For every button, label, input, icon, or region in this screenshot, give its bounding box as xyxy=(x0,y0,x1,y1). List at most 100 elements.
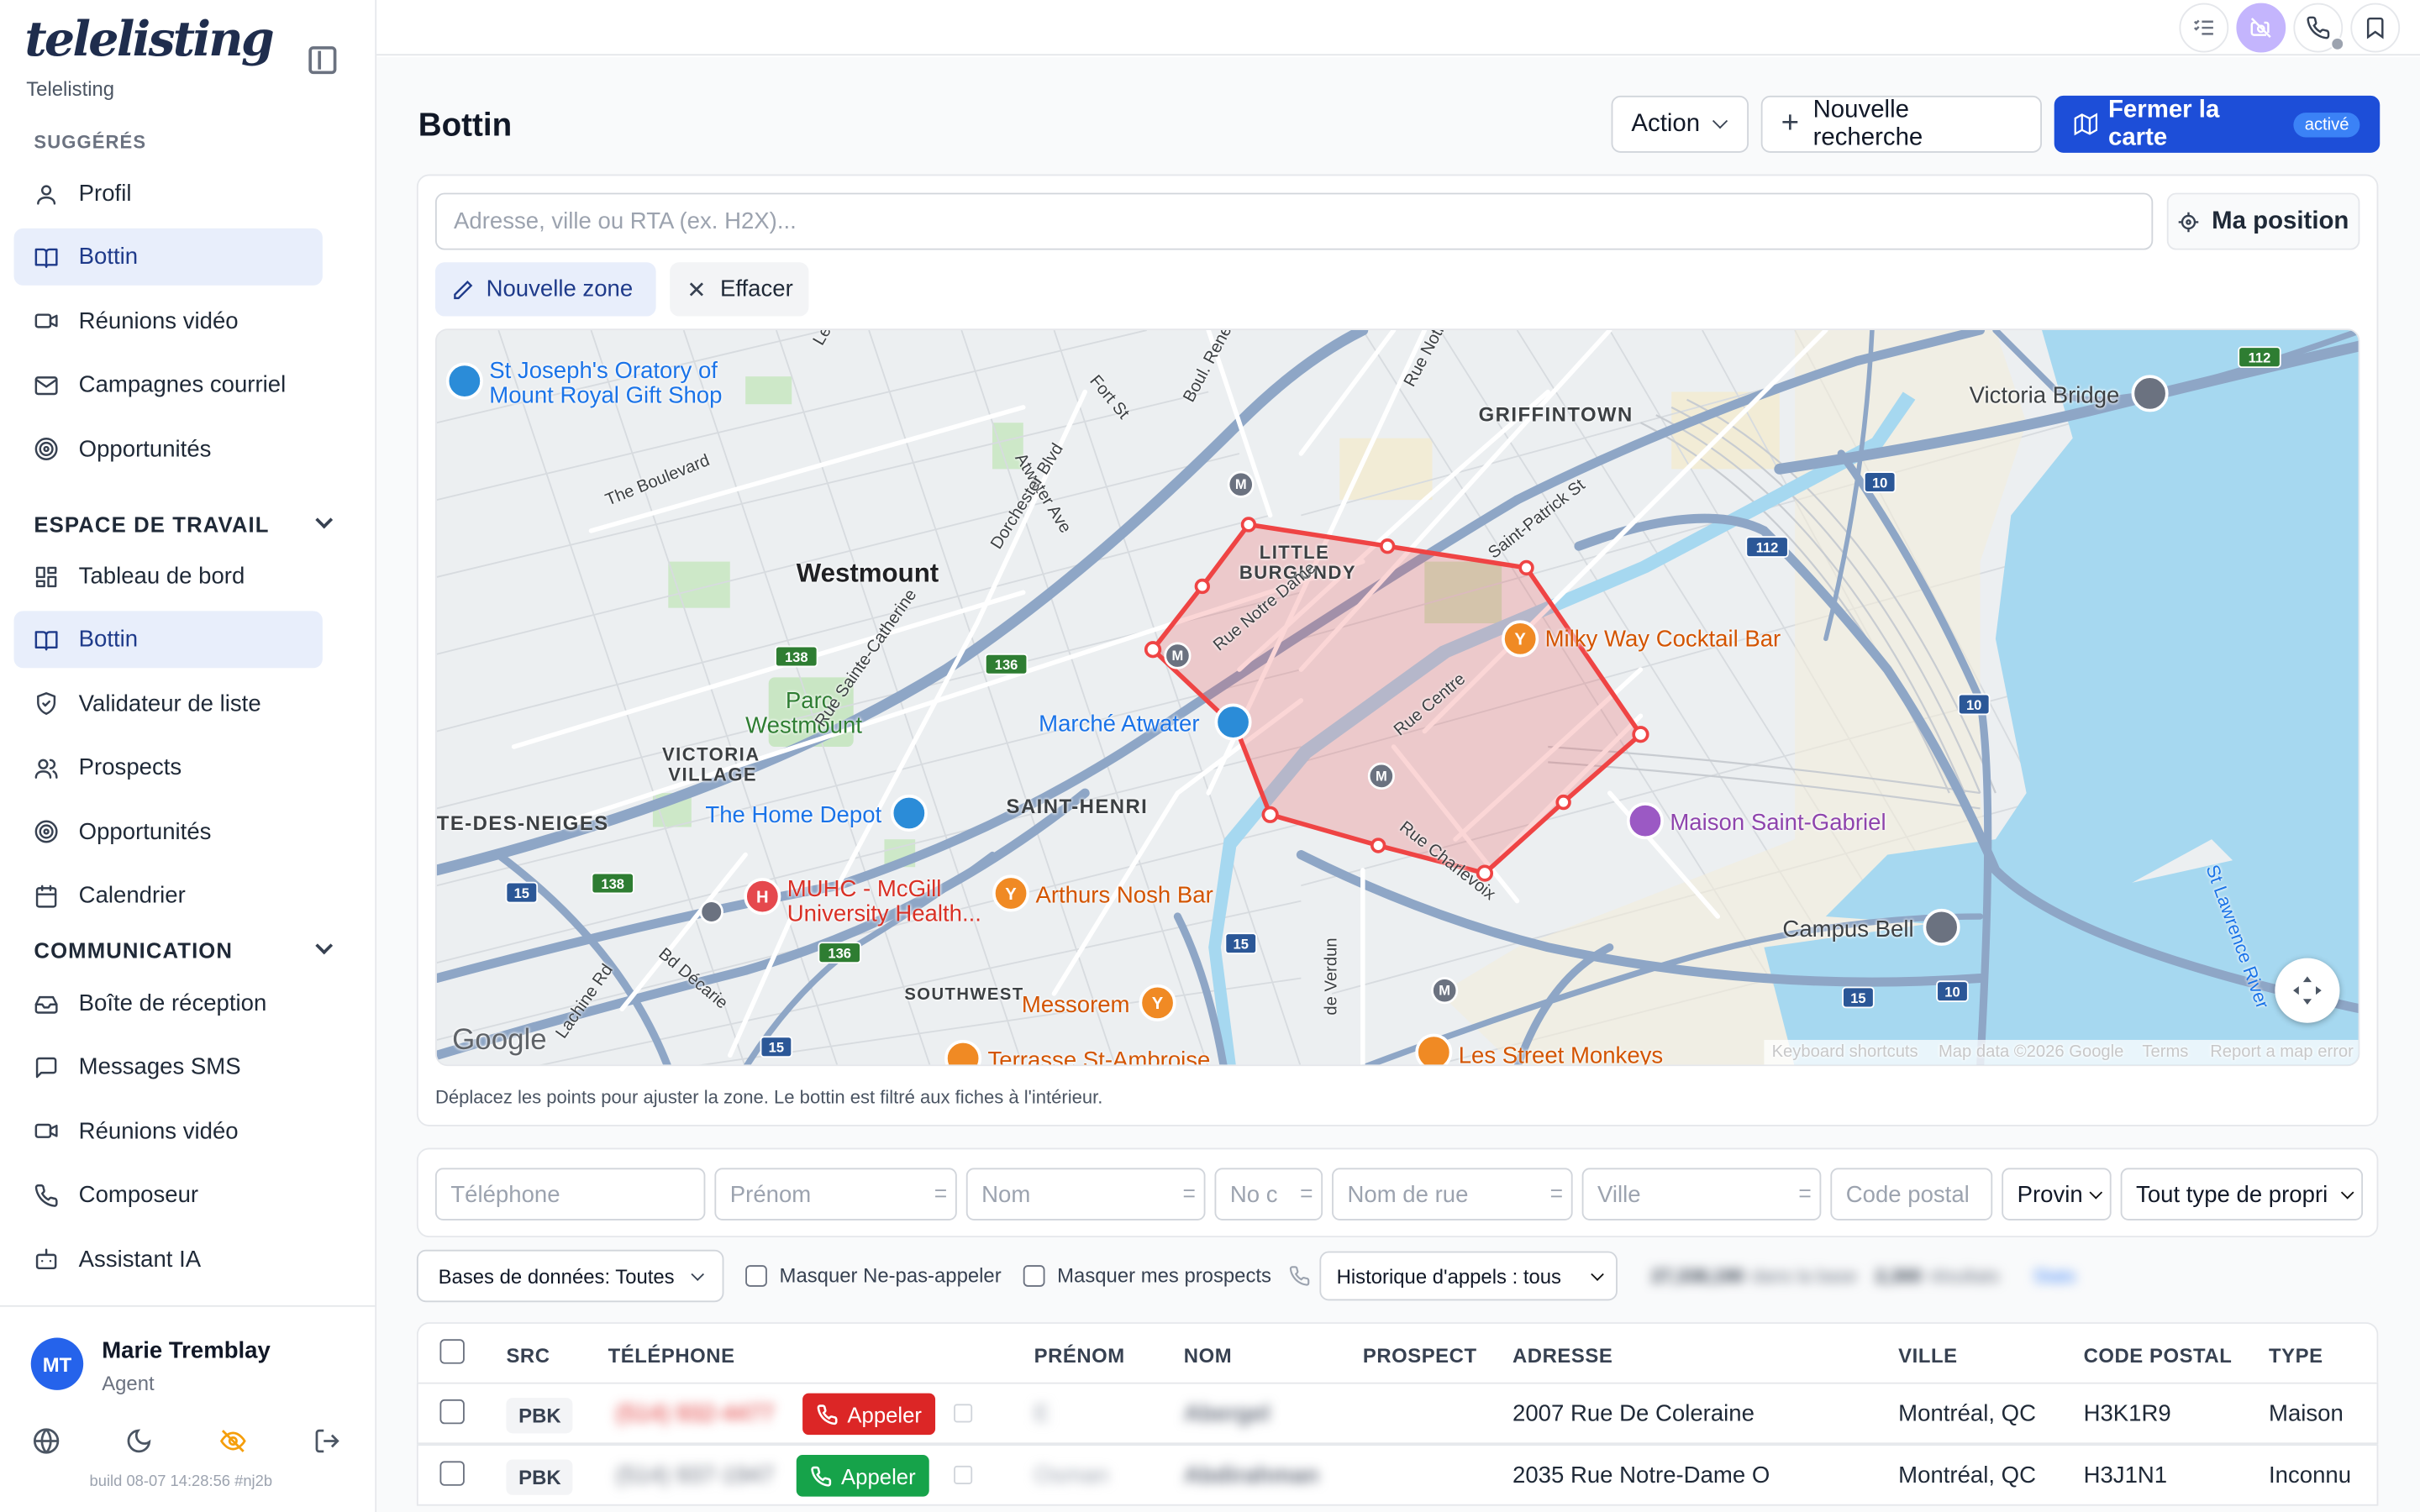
filter-mode-icon[interactable] xyxy=(1301,1189,1313,1198)
action-button[interactable]: Action xyxy=(1611,95,1749,153)
col-address[interactable]: ADRESSE xyxy=(1512,1344,1612,1368)
map-label-westmount: Westmount xyxy=(796,558,939,588)
address-cell: 2035 Rue Notre-Dame O xyxy=(1512,1462,1770,1489)
filter-mode-icon[interactable] xyxy=(1183,1189,1195,1198)
databases-label: Bases de données: Toutes xyxy=(438,1264,675,1288)
sidebar-item-reunions-video[interactable]: Réunions vidéo xyxy=(14,1103,323,1160)
col-prospect[interactable]: PROSPECT xyxy=(1363,1344,1477,1368)
sidebar-item-calendrier[interactable]: Calendrier xyxy=(14,867,323,924)
chevron-down-icon xyxy=(1712,113,1728,129)
civic-number-filter[interactable]: No c xyxy=(1214,1168,1323,1221)
property-type-value: Tout type de propri xyxy=(2136,1181,2328,1208)
call-history-value: Historique d'appels : tous xyxy=(1336,1264,1562,1288)
sidebar-item-opportunites[interactable]: Opportunités xyxy=(14,421,323,478)
address-search-input[interactable]: Adresse, ville ou RTA (ex. H2X)... xyxy=(434,192,2154,250)
street-filter[interactable]: Nom de rue xyxy=(1332,1168,1573,1221)
attribution-bar xyxy=(1764,1039,2359,1065)
user-name: Marie Tremblay xyxy=(102,1337,271,1364)
postal-cell: H3K1R9 xyxy=(2083,1400,2171,1427)
filter-mode-icon[interactable] xyxy=(1799,1189,1811,1198)
sidebar-item-assistant-ia[interactable]: Assistant IA xyxy=(14,1231,323,1288)
pencil-icon xyxy=(452,279,474,301)
postal-cell: H3J1N1 xyxy=(2083,1462,2168,1489)
svg-text:H: H xyxy=(756,888,769,906)
stats-link[interactable]: Stats xyxy=(2033,1265,2075,1287)
col-postal[interactable]: CODE POSTAL xyxy=(2084,1344,2233,1368)
fullscreen-control[interactable] xyxy=(2275,958,2340,1023)
svg-text:M: M xyxy=(1172,648,1184,664)
close-map-button[interactable]: Fermer la carte activé xyxy=(2054,95,2381,153)
workspace-section-label[interactable]: ESPACE DE TRAVAIL xyxy=(34,512,269,537)
highway-shield: 138 xyxy=(591,872,634,895)
province-select[interactable]: Provin xyxy=(2002,1168,2112,1221)
highway-shield-label: 112 xyxy=(2249,350,2271,366)
select-all-checkbox[interactable] xyxy=(439,1339,465,1364)
sidebar-item-campagnes-courriel[interactable]: Campagnes courriel xyxy=(14,357,323,414)
telephone-filter[interactable]: Téléphone xyxy=(434,1168,706,1221)
call-button[interactable]: Appeler xyxy=(802,1393,936,1436)
sidebar-item-bottin[interactable]: Bottin xyxy=(13,228,323,286)
clear-button[interactable]: ✕ Effacer xyxy=(670,262,809,317)
eye-off-icon[interactable] xyxy=(219,1427,247,1455)
hide-prospects-toggle[interactable]: Masquer mes prospects xyxy=(1023,1263,1271,1287)
firstname-cell: Osman xyxy=(1034,1462,1109,1489)
firstname-filter[interactable]: Prénom xyxy=(714,1168,957,1221)
map-label-oratory-2: Mount Royal Gift Shop xyxy=(489,382,723,409)
postal-code-filter[interactable]: Code postal xyxy=(1830,1168,1993,1221)
sidebar-item-label: Bottin xyxy=(78,244,139,271)
bookmark-icon[interactable] xyxy=(2350,3,2401,53)
hide-prospects-checkbox[interactable] xyxy=(1023,1264,1045,1286)
moon-icon[interactable] xyxy=(125,1427,153,1455)
communication-section-label[interactable]: COMMUNICATION xyxy=(34,938,233,963)
collapse-sidebar-icon[interactable] xyxy=(308,46,337,75)
sidebar-item-opportunites[interactable]: Opportunités xyxy=(14,803,323,860)
brand-name: Telelisting xyxy=(26,76,115,101)
chevron-down-icon[interactable] xyxy=(315,937,334,955)
map-hint: Déplacez les points pour ajuster la zone… xyxy=(434,1086,1103,1108)
table-row[interactable]: PBK (514) 937-1947 Appeler Osman Abdirahman 2… xyxy=(416,1444,2379,1506)
hide-dnc-toggle[interactable]: Masquer Ne-pas-appeler xyxy=(745,1263,1002,1287)
sidebar-item-boite-de-reception[interactable]: Boîte de réception xyxy=(14,975,323,1032)
chevron-down-icon[interactable] xyxy=(315,511,334,529)
calendar-icon[interactable] xyxy=(954,1404,973,1423)
new-zone-button[interactable]: Nouvelle zone xyxy=(434,262,656,317)
telelisting-logo[interactable]: telelisting xyxy=(24,13,274,68)
call-button[interactable]: Appeler xyxy=(796,1455,930,1497)
calendar-icon[interactable] xyxy=(954,1465,973,1484)
col-type[interactable]: TYPE xyxy=(2269,1344,2323,1368)
globe-icon[interactable] xyxy=(33,1427,60,1455)
tasks-icon[interactable] xyxy=(2179,3,2229,53)
sidebar-item-prospects[interactable]: Prospects xyxy=(14,739,323,796)
sidebar-item-reunions-video[interactable]: Réunions vidéo xyxy=(14,293,323,350)
table-row[interactable]: PBK (514) 932-4477 Appeler E Abergel 2007 Rue… xyxy=(416,1382,2379,1445)
hide-dnc-checkbox[interactable] xyxy=(745,1264,767,1286)
row-checkbox[interactable] xyxy=(439,1399,465,1425)
col-src[interactable]: SRC xyxy=(506,1344,550,1368)
databases-select[interactable]: Bases de données: Toutes xyxy=(416,1249,724,1303)
col-telephone[interactable]: TÉLÉPHONE xyxy=(608,1344,735,1368)
col-firstname[interactable]: PRÉNOM xyxy=(1034,1344,1125,1368)
sidebar-item-messages-sms[interactable]: Messages SMS xyxy=(14,1039,323,1096)
sidebar-item-tableau-de-bord[interactable]: Tableau de bord xyxy=(14,548,323,605)
camera-off-icon[interactable] xyxy=(2236,3,2286,53)
my-position-button[interactable]: Ma position xyxy=(2166,192,2360,250)
call-history-select[interactable]: Historique d'appels : tous xyxy=(1319,1251,1618,1301)
new-search-button[interactable]: + Nouvelle recherche xyxy=(1760,95,2042,153)
lastname-filter[interactable]: Nom xyxy=(965,1168,1206,1221)
sidebar-item-validateur-de-liste[interactable]: Validateur de liste xyxy=(14,675,323,732)
target-icon xyxy=(34,437,58,461)
map-view[interactable]: MMMM HYYY 138 136 112 10 112 10 15 138 1… xyxy=(434,328,2360,1067)
filter-mode-icon[interactable] xyxy=(1550,1189,1562,1198)
city-filter[interactable]: Ville xyxy=(1581,1168,1822,1221)
avatar[interactable]: MT xyxy=(30,1337,84,1390)
row-checkbox[interactable] xyxy=(439,1461,465,1486)
logout-icon[interactable] xyxy=(313,1427,341,1455)
property-type-select[interactable]: Tout type de propri xyxy=(2120,1168,2364,1221)
map-label-home-depot: The Home Depot xyxy=(705,802,882,829)
sidebar-item-profil[interactable]: Profil xyxy=(14,165,323,223)
sidebar-item-composeur[interactable]: Composeur xyxy=(14,1167,323,1224)
col-lastname[interactable]: NOM xyxy=(1184,1344,1232,1368)
col-city[interactable]: VILLE xyxy=(1898,1344,1957,1368)
sidebar-item-bottin[interactable]: Bottin xyxy=(13,612,323,669)
filter-mode-icon[interactable] xyxy=(935,1189,946,1198)
